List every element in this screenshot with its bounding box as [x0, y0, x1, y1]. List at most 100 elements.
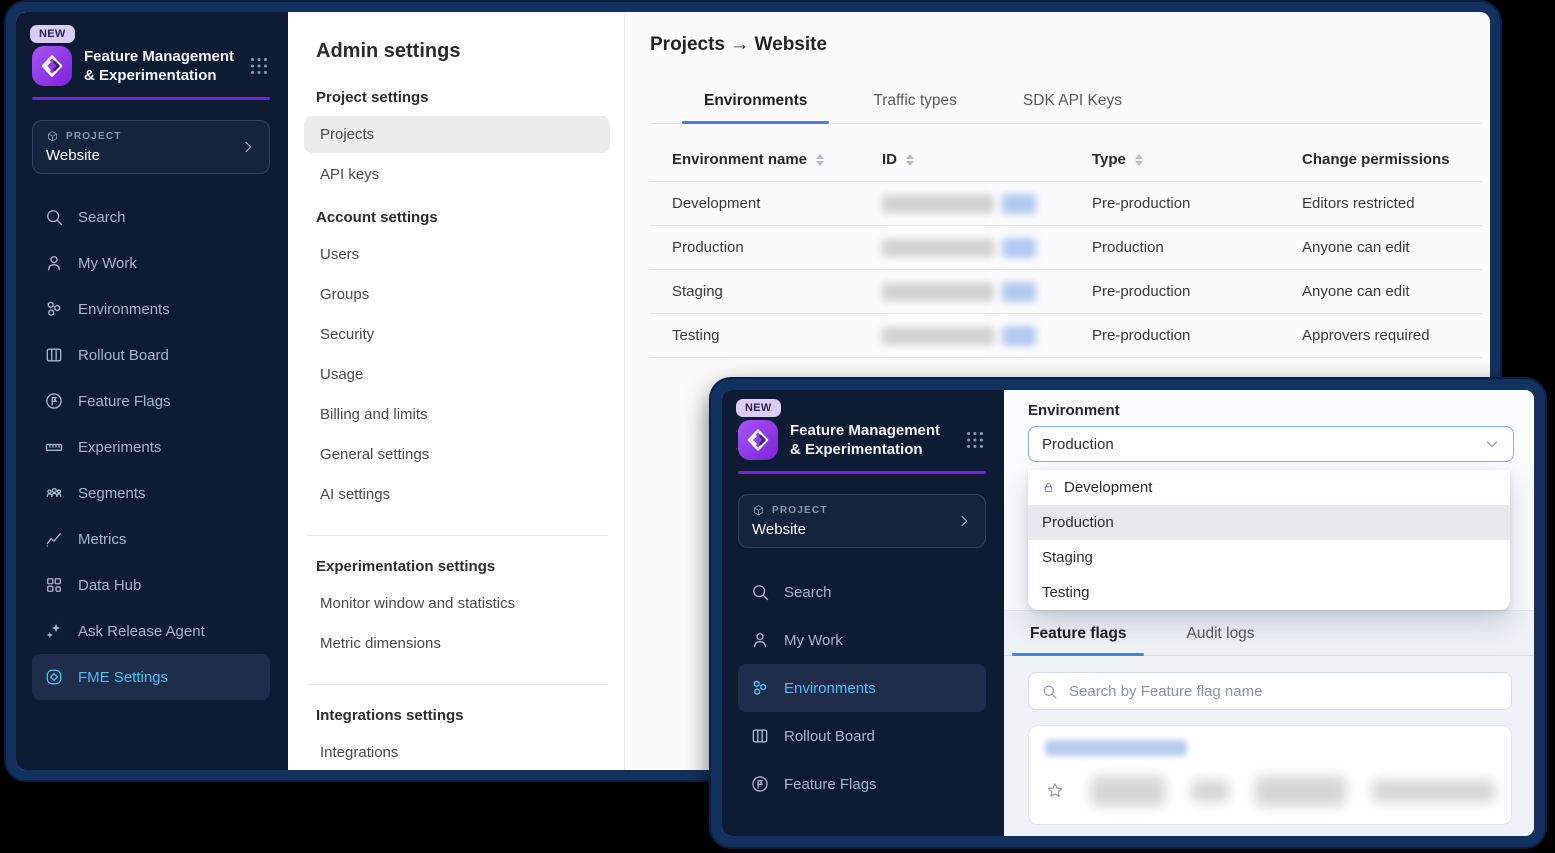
admin-item-security[interactable]: Security: [304, 316, 610, 353]
sidebar-item-my-work[interactable]: My Work: [32, 240, 270, 286]
environment-select[interactable]: Production: [1028, 426, 1514, 462]
admin-item-billing-and-limits[interactable]: Billing and limits: [304, 396, 610, 433]
search-input[interactable]: [1067, 682, 1499, 701]
admin-item-ai-settings[interactable]: AI settings: [304, 476, 610, 513]
sidebar-item-label: FME Settings: [78, 669, 168, 686]
tab-feature-flags[interactable]: Feature flags: [1028, 623, 1128, 655]
environment-name-cell: Development: [650, 195, 860, 212]
sidebar-item-environments[interactable]: Environments: [32, 286, 270, 332]
flag-card-row: [1045, 776, 1495, 806]
app-title: Feature Management & Experimentation: [84, 47, 236, 85]
redacted-copy-link[interactable]: [1002, 326, 1036, 346]
dropdown-option-development[interactable]: Development: [1028, 470, 1510, 505]
change-permissions-cell: Anyone can edit: [1280, 283, 1482, 300]
project-label: PROJECT: [772, 505, 828, 516]
sort-icon[interactable]: [1135, 154, 1143, 166]
sidebar-item-search[interactable]: Search: [738, 568, 986, 616]
redacted-copy-link[interactable]: [1002, 238, 1036, 258]
feature-flag-card[interactable]: [1028, 725, 1512, 825]
admin-item-integrations[interactable]: Integrations: [304, 734, 610, 771]
sidebar-item-label: Rollout Board: [784, 728, 875, 745]
sidebar-item-my-work[interactable]: My Work: [738, 616, 986, 664]
admin-item-users[interactable]: Users: [304, 236, 610, 273]
sidebar-item-data-hub[interactable]: Data Hub: [32, 562, 270, 608]
grid-squares-icon: [44, 575, 64, 595]
environment-picker-section: Environment Production: [1004, 390, 1534, 470]
sidebar-item-label: Feature Flags: [784, 776, 877, 793]
sidebar-item-ask-release-agent[interactable]: Ask Release Agent: [32, 608, 270, 654]
tab-traffic-types[interactable]: Traffic types: [871, 82, 959, 123]
tab-environments[interactable]: Environments: [702, 82, 809, 123]
tab-sdk-api-keys[interactable]: SDK API Keys: [1021, 82, 1124, 123]
sidebar-item-label: My Work: [784, 632, 843, 649]
brand-header: Feature Management & Experimentation: [738, 420, 986, 460]
admin-item-metric-dimensions[interactable]: Metric dimensions: [304, 625, 610, 662]
dropdown-option-testing[interactable]: Testing: [1028, 575, 1510, 610]
app-switcher-icon[interactable]: [964, 429, 986, 451]
redacted-id: [882, 195, 994, 213]
column-header-id[interactable]: ID: [860, 151, 1070, 168]
column-header-environment-name[interactable]: Environment name: [650, 151, 860, 168]
table-row[interactable]: Development Pre-production Editors restr…: [650, 182, 1482, 226]
admin-item-api-keys[interactable]: API keys: [304, 156, 610, 193]
sidebar-item-search[interactable]: Search: [32, 194, 270, 240]
sidebar-item-feature-flags[interactable]: Feature Flags: [738, 760, 986, 808]
new-badge: NEW: [30, 25, 75, 43]
dropdown-option-staging[interactable]: Staging: [1028, 540, 1510, 575]
chart-line-icon: [44, 529, 64, 549]
sidebar-item-rollout-board[interactable]: Rollout Board: [738, 712, 986, 760]
sparkles-icon: [44, 621, 64, 641]
environment-name-cell: Testing: [650, 327, 860, 344]
projects-tabs: Environments Traffic types SDK API Keys: [650, 82, 1482, 124]
environments-page: Environment Production Development Produ…: [1004, 390, 1534, 836]
sort-icon[interactable]: [906, 154, 914, 166]
table-row[interactable]: Production Production Anyone can edit: [650, 226, 1482, 270]
ruler-icon: [44, 437, 64, 457]
sidebar-item-rollout-board[interactable]: Rollout Board: [32, 332, 270, 378]
cube-icon: [46, 130, 59, 143]
tab-audit-logs[interactable]: Audit logs: [1184, 623, 1256, 655]
sidebar-item-segments[interactable]: Segments: [32, 470, 270, 516]
project-selector[interactable]: PROJECT Website: [738, 494, 986, 548]
sidebar-item-feature-flags[interactable]: Feature Flags: [32, 378, 270, 424]
admin-item-groups[interactable]: Groups: [304, 276, 610, 313]
sidebar-item-fme-settings[interactable]: FME Settings: [32, 654, 270, 700]
sidebar-item-label: Experiments: [78, 439, 161, 456]
admin-item-monitor-window[interactable]: Monitor window and statistics: [304, 585, 610, 622]
redacted-flag-name-link[interactable]: [1045, 740, 1187, 756]
redacted-content: [1091, 776, 1165, 806]
fme-logo-icon: [32, 46, 72, 86]
redacted-id: [882, 239, 994, 257]
overlay-window: NEW Feature Management & Experimentation: [711, 379, 1545, 847]
search-icon: [44, 207, 64, 227]
sidebar-item-label: Ask Release Agent: [78, 623, 205, 640]
admin-item-general-settings[interactable]: General settings: [304, 436, 610, 473]
app-switcher-icon[interactable]: [248, 55, 270, 77]
redacted-copy-link[interactable]: [1002, 282, 1036, 302]
redacted-id: [882, 327, 994, 345]
brand-header: Feature Management & Experimentation: [32, 46, 270, 86]
admin-item-usage[interactable]: Usage: [304, 356, 610, 393]
sidebar-item-experiments[interactable]: Experiments: [32, 424, 270, 470]
flag-circle-icon: [750, 774, 770, 794]
star-icon[interactable]: [1045, 781, 1065, 801]
sort-icon[interactable]: [816, 154, 824, 166]
dropdown-option-production[interactable]: Production: [1028, 505, 1510, 540]
project-label: PROJECT: [66, 131, 122, 142]
chevron-right-icon: [956, 513, 972, 529]
admin-item-projects[interactable]: Projects: [304, 116, 610, 153]
change-permissions-cell: Editors restricted: [1280, 195, 1482, 212]
sidebar-item-environments[interactable]: Environments: [738, 664, 986, 712]
project-selector[interactable]: PROJECT Website: [32, 120, 270, 174]
sidebar-item-metrics[interactable]: Metrics: [32, 516, 270, 562]
admin-settings-title: Admin settings: [316, 40, 610, 63]
overlay-nav: Search My Work Environments Rollout Boar…: [738, 568, 986, 808]
redacted-copy-link[interactable]: [1002, 194, 1036, 214]
column-header-type[interactable]: Type: [1070, 151, 1280, 168]
board-icon: [750, 726, 770, 746]
environment-type-cell: Pre-production: [1070, 327, 1280, 344]
table-row[interactable]: Testing Pre-production Approvers require…: [650, 314, 1482, 358]
table-row[interactable]: Staging Pre-production Anyone can edit: [650, 270, 1482, 314]
feature-flag-search[interactable]: [1028, 672, 1512, 710]
user-icon: [44, 253, 64, 273]
